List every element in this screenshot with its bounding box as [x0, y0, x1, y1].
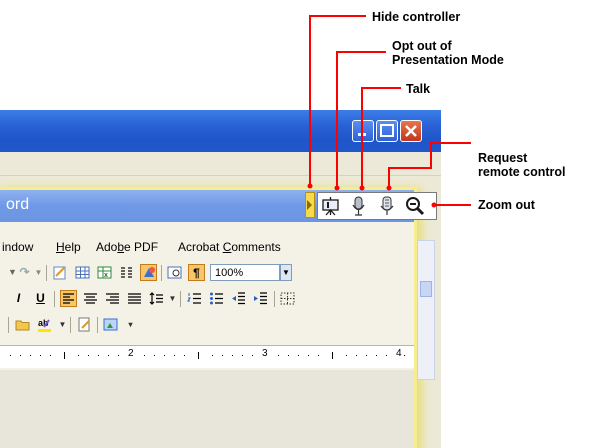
callout-zoom-out: Zoom out	[478, 198, 535, 212]
callout-hide-controller: Hide controller	[372, 10, 461, 24]
callout-lines	[307, 15, 471, 208]
callout-opt-out-presentation-mode: Opt out of Presentation Mode	[392, 39, 504, 67]
callout-request-remote-control: Request remote control	[478, 151, 566, 179]
callout-talk: Talk	[406, 82, 431, 96]
